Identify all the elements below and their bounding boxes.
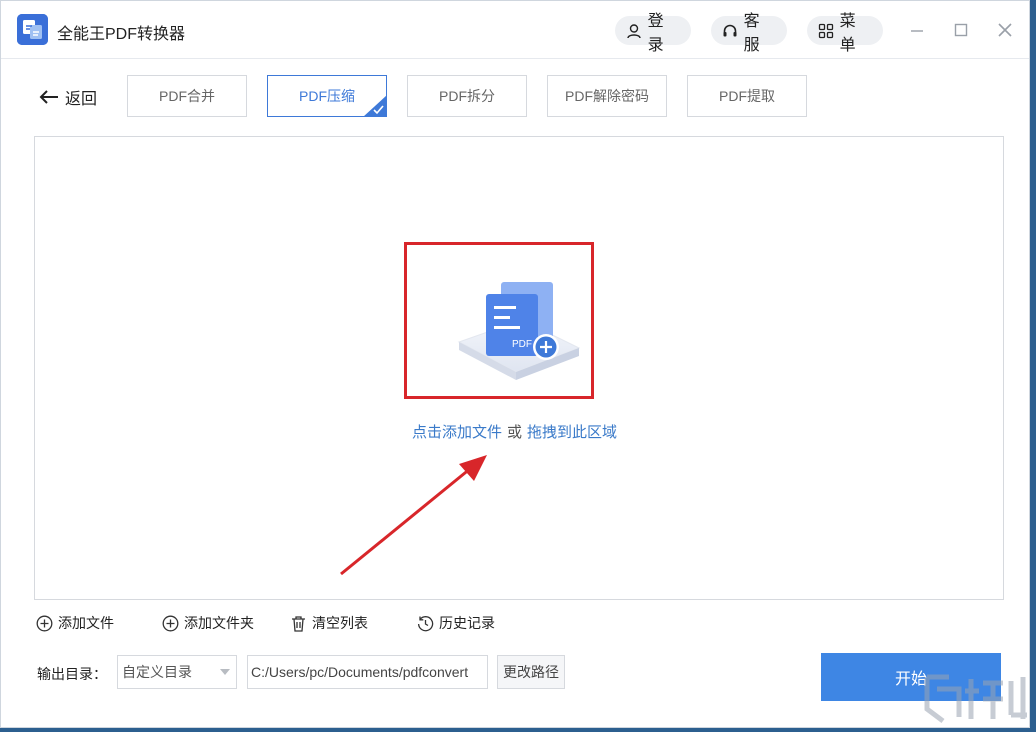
or-text: 或 [507,424,523,441]
minimize-button[interactable] [906,19,928,41]
tab-pdf-split[interactable]: PDF拆分 [407,75,527,117]
output-mode-select[interactable]: 自定义目录 [117,655,237,689]
tab-pdf-compress[interactable]: PDF压缩 [267,75,387,117]
tab-label: PDF提取 [719,88,775,104]
clear-list-button[interactable]: 清空列表 [290,613,368,633]
add-file-button[interactable]: 添加文件 [36,613,114,633]
add-folder-label: 添加文件夹 [184,615,254,631]
plus-circle-icon [36,615,53,631]
tab-pdf-extract[interactable]: PDF提取 [687,75,807,117]
arrow-left-icon [39,90,58,104]
login-label: 登录 [647,12,664,54]
close-button[interactable] [994,19,1016,41]
drop-hint: 点击添加文件或拖拽到此区域 [412,421,617,442]
maximize-button[interactable] [950,19,972,41]
headset-icon [721,22,739,40]
login-button[interactable]: 登录 [615,13,691,54]
title-bar: 全能王PDF转换器 登录 客服 菜单 [1,1,1029,59]
dropdown-caret-icon [220,669,230,675]
app-title: 全能王PDF转换器 [57,26,186,43]
trash-icon [292,615,305,632]
tab-label: PDF压缩 [299,88,355,104]
clear-list-label: 清空列表 [312,615,368,631]
plus-circle-icon [162,615,179,631]
add-file-label: 添加文件 [58,615,114,631]
history-button[interactable]: 历史记录 [417,613,495,633]
output-mode-value: 自定义目录 [122,664,192,680]
service-label: 客服 [743,12,760,54]
site-watermark-icon [924,674,1027,723]
selected-check-icon [363,95,387,117]
drag-here-text: 拖拽到此区域 [527,424,618,441]
converter-logo-icon [17,14,48,45]
output-dir-label: 输出目录： [37,666,107,682]
close-icon [998,23,1012,37]
tab-label: PDF解除密码 [565,88,649,104]
menu-label: 菜单 [839,12,856,54]
history-clock-icon [417,615,434,631]
customer-service-button[interactable]: 客服 [711,13,787,54]
tab-label: PDF拆分 [439,88,495,104]
grid-menu-icon [817,22,835,40]
click-add-file-link[interactable]: 点击添加文件 [412,424,502,441]
tab-pdf-merge[interactable]: PDF合并 [127,75,247,117]
user-icon [625,22,643,40]
app-logo [17,14,48,45]
add-folder-button[interactable]: 添加文件夹 [162,613,254,633]
maximize-icon [954,23,968,37]
tab-pdf-unlock[interactable]: PDF解除密码 [547,75,667,117]
minimize-icon [911,30,923,32]
output-path-field[interactable]: C:/Users/pc/Documents/pdfconvert [247,655,488,689]
back-button[interactable]: 返回 [39,85,97,109]
change-path-button[interactable]: 更改路径 [497,655,565,689]
output-path-value: C:/Users/pc/Documents/pdfconvert [251,664,469,680]
tab-label: PDF合并 [159,88,215,104]
app-window: 全能王PDF转换器 登录 客服 菜单 返回 PDF合并 PDF压缩 PDF拆分 … [0,0,1030,728]
annotation-highlight-box [404,242,594,399]
annotation-arrow-icon [340,455,487,576]
history-label: 历史记录 [439,615,495,631]
back-label: 返回 [65,91,98,108]
menu-button[interactable]: 菜单 [807,13,883,54]
